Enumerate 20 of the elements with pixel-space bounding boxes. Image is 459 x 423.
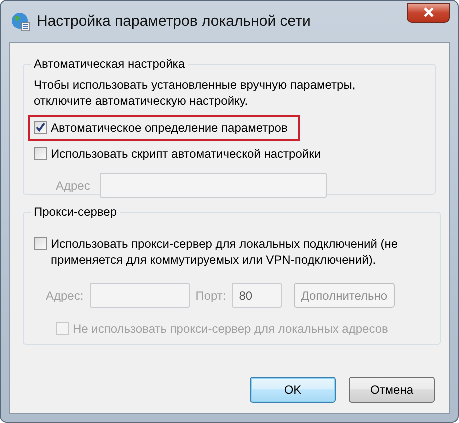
checkbox-label: Автоматическое определение параметров	[51, 120, 288, 136]
field-label: Адрес:	[46, 288, 84, 302]
cancel-button[interactable]: Отмена	[349, 377, 435, 403]
window-title: Настройка параметров локальной сети	[37, 13, 312, 30]
close-icon	[422, 7, 434, 18]
field-label: Порт:	[196, 288, 226, 302]
checkbox[interactable]	[34, 147, 47, 160]
checkbox-label: Использовать прокси-сервер для локальных подключений (не применяется для коммутируемых или VPN-подключений).	[51, 236, 400, 268]
instruction-text: Чтобы использовать установленные вручную параметры, отключите автоматическую настройку.	[34, 77, 357, 109]
group-title: Прокси-сервер	[33, 205, 118, 219]
field-label: Адрес	[56, 178, 90, 192]
group-title: Автоматическая настройка	[33, 57, 186, 71]
checkbox-label: Не использовать прокси-сервер для локальных адресов	[73, 321, 388, 337]
checkbox-label: Использовать скрипт автоматической настройки	[51, 146, 322, 162]
checkbox[interactable]	[34, 237, 47, 250]
close-button[interactable]	[407, 2, 450, 22]
globe-icon	[11, 12, 31, 32]
ok-button[interactable]: OK	[250, 377, 336, 403]
check-icon	[35, 122, 46, 133]
checkbox[interactable]	[34, 121, 47, 134]
